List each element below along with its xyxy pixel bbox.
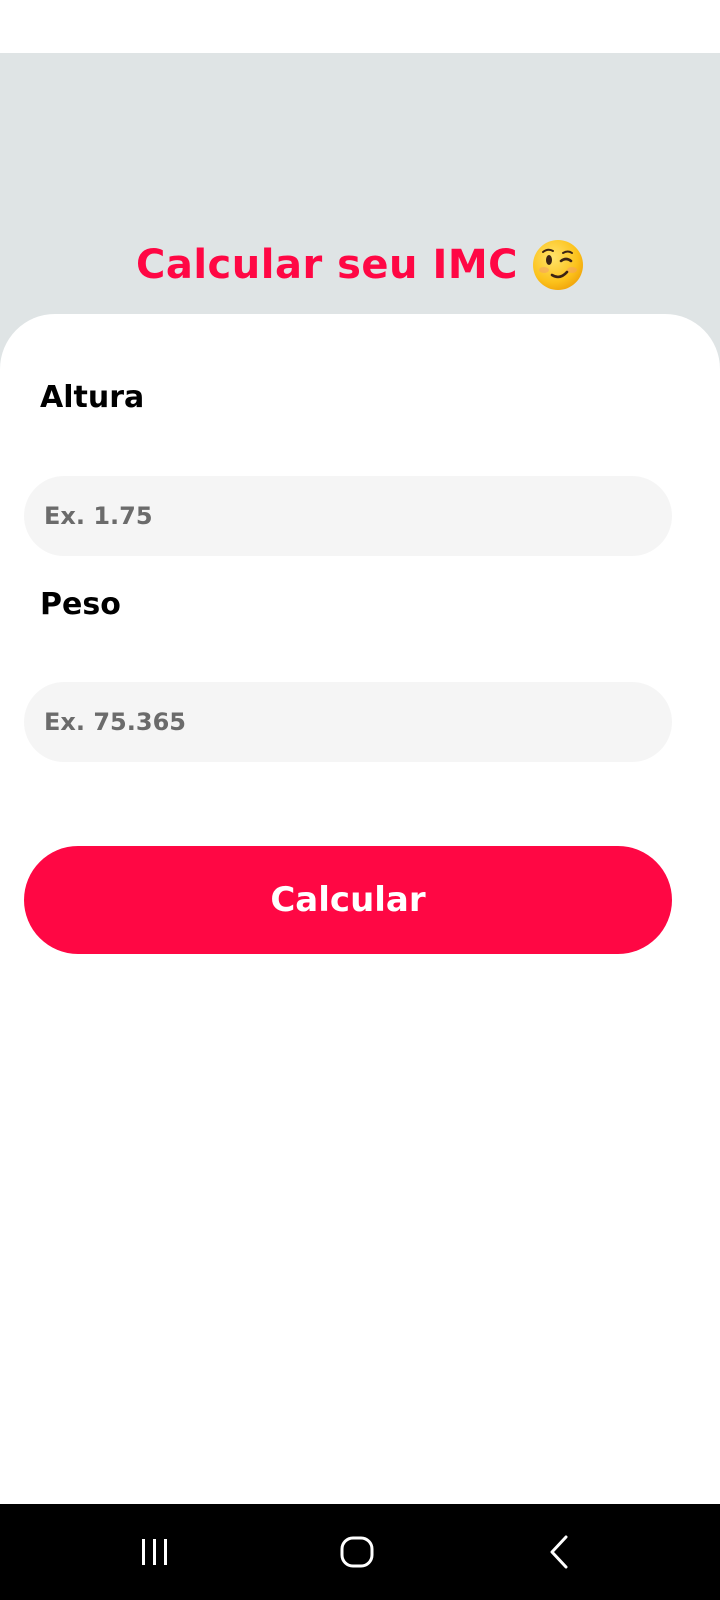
peso-input[interactable] [24, 682, 672, 762]
home-button[interactable] [297, 1504, 417, 1600]
altura-input[interactable] [24, 476, 672, 556]
home-icon [340, 1536, 374, 1568]
recents-button[interactable] [95, 1504, 215, 1600]
altura-label: Altura [40, 380, 145, 415]
peso-label: Peso [40, 587, 121, 622]
back-icon [550, 1535, 568, 1569]
recents-icon [142, 1539, 167, 1565]
calcular-button[interactable]: Calcular [24, 846, 672, 954]
app-screen: Calcular seu IMC Altura Peso [0, 0, 720, 1600]
back-button[interactable] [500, 1504, 620, 1600]
system-nav-bar [0, 1504, 720, 1600]
title-row: Calcular seu IMC [0, 237, 720, 293]
winking-face-icon [532, 240, 583, 290]
page-title: Calcular seu IMC [136, 242, 518, 288]
status-bar [0, 0, 720, 53]
